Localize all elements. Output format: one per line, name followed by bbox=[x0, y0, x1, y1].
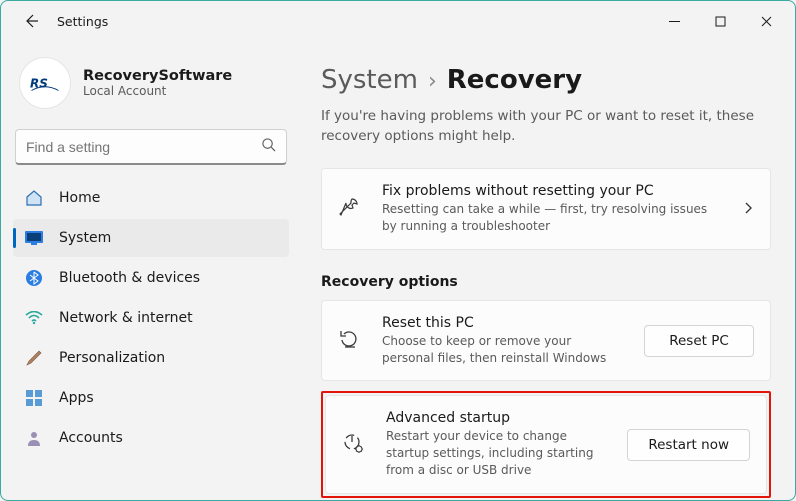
home-icon bbox=[25, 189, 43, 207]
sidebar: RS RecoverySoftware Local Account Home S… bbox=[1, 41, 301, 500]
card-title: Advanced startup bbox=[386, 410, 607, 426]
search-input-container[interactable] bbox=[15, 129, 287, 165]
card-subtitle: Choose to keep or remove your personal f… bbox=[382, 333, 624, 367]
wifi-icon bbox=[25, 309, 43, 327]
page-description: If you're having problems with your PC o… bbox=[321, 107, 761, 146]
card-title: Reset this PC bbox=[382, 315, 624, 331]
search-icon bbox=[261, 137, 276, 156]
breadcrumb: System › Recovery bbox=[321, 65, 771, 95]
search-input[interactable] bbox=[26, 139, 261, 155]
sidebar-item-label: Bluetooth & devices bbox=[59, 270, 200, 286]
card-subtitle: Restart your device to change startup se… bbox=[386, 428, 607, 478]
minimize-button[interactable] bbox=[651, 5, 697, 37]
chevron-right-icon bbox=[742, 199, 754, 218]
avatar: RS bbox=[19, 57, 71, 109]
window-title: Settings bbox=[49, 14, 108, 29]
person-icon bbox=[25, 429, 43, 447]
card-title: Fix problems without resetting your PC bbox=[382, 183, 712, 199]
breadcrumb-parent[interactable]: System bbox=[321, 65, 418, 95]
wrench-icon bbox=[338, 196, 362, 222]
recovery-options-heading: Recovery options bbox=[321, 274, 771, 290]
sidebar-item-system[interactable]: System bbox=[13, 219, 289, 257]
highlight-box: Advanced startup Restart your device to … bbox=[321, 391, 771, 497]
system-icon bbox=[25, 229, 43, 247]
fix-problems-card[interactable]: Fix problems without resetting your PC R… bbox=[321, 168, 771, 250]
sidebar-item-bluetooth[interactable]: Bluetooth & devices bbox=[13, 259, 289, 297]
profile[interactable]: RS RecoverySoftware Local Account bbox=[13, 49, 289, 125]
sidebar-item-home[interactable]: Home bbox=[13, 179, 289, 217]
sidebar-item-label: Home bbox=[59, 190, 100, 206]
sidebar-item-personalization[interactable]: Personalization bbox=[13, 339, 289, 377]
sidebar-item-accounts[interactable]: Accounts bbox=[13, 419, 289, 457]
reset-icon bbox=[338, 328, 362, 354]
sidebar-item-label: System bbox=[59, 230, 111, 246]
apps-icon bbox=[25, 389, 43, 407]
sidebar-item-apps[interactable]: Apps bbox=[13, 379, 289, 417]
sidebar-item-label: Personalization bbox=[59, 350, 165, 366]
reset-pc-button[interactable]: Reset PC bbox=[644, 325, 754, 357]
titlebar: Settings bbox=[1, 1, 795, 41]
sidebar-item-network[interactable]: Network & internet bbox=[13, 299, 289, 337]
sidebar-item-label: Accounts bbox=[59, 430, 123, 446]
bluetooth-icon bbox=[25, 269, 43, 287]
breadcrumb-current: Recovery bbox=[447, 65, 582, 95]
profile-name: RecoverySoftware bbox=[83, 68, 232, 84]
main-panel: System › Recovery If you're having probl… bbox=[301, 41, 795, 500]
back-button[interactable] bbox=[13, 3, 49, 39]
svg-text:RS: RS bbox=[30, 77, 48, 91]
power-gear-icon bbox=[342, 432, 366, 458]
profile-account-type: Local Account bbox=[83, 84, 232, 98]
chevron-right-icon: › bbox=[428, 69, 437, 94]
advanced-startup-row: Advanced startup Restart your device to … bbox=[325, 395, 767, 493]
paintbrush-icon bbox=[25, 349, 43, 367]
card-subtitle: Resetting can take a while — first, try … bbox=[382, 201, 712, 235]
maximize-button[interactable] bbox=[697, 5, 743, 37]
sidebar-item-label: Network & internet bbox=[59, 310, 193, 326]
restart-now-button[interactable]: Restart now bbox=[627, 429, 750, 461]
sidebar-item-label: Apps bbox=[59, 390, 94, 406]
close-button[interactable] bbox=[743, 5, 789, 37]
reset-pc-row: Reset this PC Choose to keep or remove y… bbox=[321, 300, 771, 382]
